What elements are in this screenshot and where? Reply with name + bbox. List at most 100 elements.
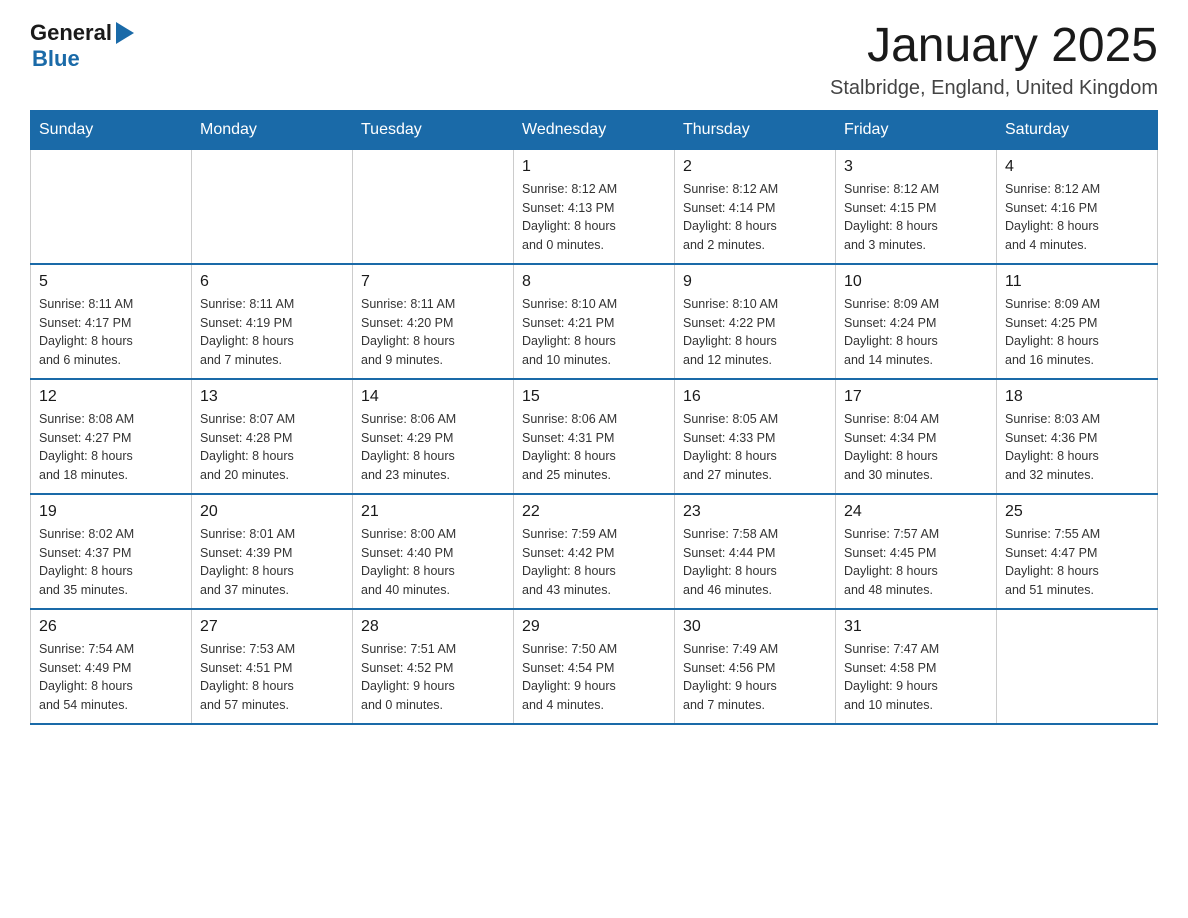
calendar-cell: 11 Sunrise: 8:09 AM Sunset: 4:25 PM Dayli… xyxy=(997,264,1158,379)
week-row-3: 12 Sunrise: 8:08 AM Sunset: 4:27 PM Dayli… xyxy=(31,379,1158,494)
day-info: Sunrise: 8:09 AM Sunset: 4:25 PM Dayligh… xyxy=(1005,295,1149,370)
calendar-cell: 13 Sunrise: 8:07 AM Sunset: 4:28 PM Dayli… xyxy=(192,379,353,494)
day-info: Sunrise: 7:51 AM Sunset: 4:52 PM Dayligh… xyxy=(361,640,505,715)
calendar-cell: 30 Sunrise: 7:49 AM Sunset: 4:56 PM Dayli… xyxy=(675,609,836,724)
day-number: 13 xyxy=(200,388,344,406)
day-number: 24 xyxy=(844,503,988,521)
calendar-cell: 1Sunrise: 8:12 AM Sunset: 4:13 PM Daylig… xyxy=(514,149,675,264)
title-section: January 2025 Stalbridge, England, United… xyxy=(830,20,1158,100)
day-info: Sunrise: 8:04 AM Sunset: 4:34 PM Dayligh… xyxy=(844,410,988,485)
day-number: 22 xyxy=(522,503,666,521)
day-number: 27 xyxy=(200,618,344,636)
day-number: 18 xyxy=(1005,388,1149,406)
calendar-cell: 12 Sunrise: 8:08 AM Sunset: 4:27 PM Dayli… xyxy=(31,379,192,494)
week-row-1: 1Sunrise: 8:12 AM Sunset: 4:13 PM Daylig… xyxy=(31,149,1158,264)
logo-triangle-icon xyxy=(116,22,134,44)
day-info: Sunrise: 8:12 AM Sunset: 4:16 PM Dayligh… xyxy=(1005,180,1149,255)
day-info: Sunrise: 8:11 AM Sunset: 4:19 PM Dayligh… xyxy=(200,295,344,370)
day-info: Sunrise: 7:49 AM Sunset: 4:56 PM Dayligh… xyxy=(683,640,827,715)
day-number: 9 xyxy=(683,273,827,291)
calendar-cell: 18 Sunrise: 8:03 AM Sunset: 4:36 PM Dayli… xyxy=(997,379,1158,494)
day-info: Sunrise: 8:02 AM Sunset: 4:37 PM Dayligh… xyxy=(39,525,183,600)
calendar-cell: 6Sunrise: 8:11 AM Sunset: 4:19 PM Daylig… xyxy=(192,264,353,379)
page-header: General Blue January 2025 Stalbridge, En… xyxy=(30,20,1158,100)
day-number: 30 xyxy=(683,618,827,636)
calendar-table: SundayMondayTuesdayWednesdayThursdayFrid… xyxy=(30,110,1158,725)
day-number: 21 xyxy=(361,503,505,521)
calendar-title: January 2025 xyxy=(830,20,1158,73)
calendar-cell: 15Sunrise: 8:06 AM Sunset: 4:31 PM Dayli… xyxy=(514,379,675,494)
calendar-cell: 14 Sunrise: 8:06 AM Sunset: 4:29 PM Dayli… xyxy=(353,379,514,494)
calendar-cell: 29Sunrise: 7:50 AM Sunset: 4:54 PM Dayli… xyxy=(514,609,675,724)
calendar-cell xyxy=(192,149,353,264)
day-number: 2 xyxy=(683,158,827,176)
day-number: 28 xyxy=(361,618,505,636)
day-info: Sunrise: 8:07 AM Sunset: 4:28 PM Dayligh… xyxy=(200,410,344,485)
day-number: 19 xyxy=(39,503,183,521)
calendar-cell: 19 Sunrise: 8:02 AM Sunset: 4:37 PM Dayli… xyxy=(31,494,192,609)
header-monday: Monday xyxy=(192,110,353,149)
calendar-cell: 8 Sunrise: 8:10 AM Sunset: 4:21 PM Daylig… xyxy=(514,264,675,379)
day-number: 16 xyxy=(683,388,827,406)
calendar-cell: 16 Sunrise: 8:05 AM Sunset: 4:33 PM Dayli… xyxy=(675,379,836,494)
day-info: Sunrise: 7:58 AM Sunset: 4:44 PM Dayligh… xyxy=(683,525,827,600)
day-number: 8 xyxy=(522,273,666,291)
day-info: Sunrise: 8:03 AM Sunset: 4:36 PM Dayligh… xyxy=(1005,410,1149,485)
day-info: Sunrise: 8:06 AM Sunset: 4:29 PM Dayligh… xyxy=(361,410,505,485)
day-number: 23 xyxy=(683,503,827,521)
calendar-header-row: SundayMondayTuesdayWednesdayThursdayFrid… xyxy=(31,110,1158,149)
logo-blue-text: Blue xyxy=(32,46,80,72)
day-number: 26 xyxy=(39,618,183,636)
calendar-cell: 9 Sunrise: 8:10 AM Sunset: 4:22 PM Daylig… xyxy=(675,264,836,379)
calendar-cell xyxy=(997,609,1158,724)
day-number: 25 xyxy=(1005,503,1149,521)
calendar-cell: 3 Sunrise: 8:12 AM Sunset: 4:15 PM Daylig… xyxy=(836,149,997,264)
calendar-cell: 22Sunrise: 7:59 AM Sunset: 4:42 PM Dayli… xyxy=(514,494,675,609)
day-number: 7 xyxy=(361,273,505,291)
calendar-cell: 7Sunrise: 8:11 AM Sunset: 4:20 PM Daylig… xyxy=(353,264,514,379)
calendar-cell: 25Sunrise: 7:55 AM Sunset: 4:47 PM Dayli… xyxy=(997,494,1158,609)
header-tuesday: Tuesday xyxy=(353,110,514,149)
calendar-cell: 31Sunrise: 7:47 AM Sunset: 4:58 PM Dayli… xyxy=(836,609,997,724)
day-info: Sunrise: 7:54 AM Sunset: 4:49 PM Dayligh… xyxy=(39,640,183,715)
logo-general-text: General xyxy=(30,20,112,46)
day-info: Sunrise: 8:05 AM Sunset: 4:33 PM Dayligh… xyxy=(683,410,827,485)
calendar-cell: 2 Sunrise: 8:12 AM Sunset: 4:14 PM Daylig… xyxy=(675,149,836,264)
day-number: 20 xyxy=(200,503,344,521)
calendar-cell: 5 Sunrise: 8:11 AM Sunset: 4:17 PM Daylig… xyxy=(31,264,192,379)
day-number: 1 xyxy=(522,158,666,176)
day-number: 12 xyxy=(39,388,183,406)
day-number: 11 xyxy=(1005,273,1149,291)
week-row-5: 26 Sunrise: 7:54 AM Sunset: 4:49 PM Dayli… xyxy=(31,609,1158,724)
header-friday: Friday xyxy=(836,110,997,149)
calendar-cell: 4 Sunrise: 8:12 AM Sunset: 4:16 PM Daylig… xyxy=(997,149,1158,264)
day-number: 4 xyxy=(1005,158,1149,176)
calendar-cell xyxy=(31,149,192,264)
day-number: 17 xyxy=(844,388,988,406)
day-number: 3 xyxy=(844,158,988,176)
day-info: Sunrise: 8:10 AM Sunset: 4:21 PM Dayligh… xyxy=(522,295,666,370)
day-number: 5 xyxy=(39,273,183,291)
calendar-cell: 10Sunrise: 8:09 AM Sunset: 4:24 PM Dayli… xyxy=(836,264,997,379)
header-thursday: Thursday xyxy=(675,110,836,149)
week-row-2: 5 Sunrise: 8:11 AM Sunset: 4:17 PM Daylig… xyxy=(31,264,1158,379)
calendar-cell: 21Sunrise: 8:00 AM Sunset: 4:40 PM Dayli… xyxy=(353,494,514,609)
week-row-4: 19 Sunrise: 8:02 AM Sunset: 4:37 PM Dayli… xyxy=(31,494,1158,609)
calendar-cell xyxy=(353,149,514,264)
day-info: Sunrise: 8:06 AM Sunset: 4:31 PM Dayligh… xyxy=(522,410,666,485)
calendar-cell: 20 Sunrise: 8:01 AM Sunset: 4:39 PM Dayli… xyxy=(192,494,353,609)
day-info: Sunrise: 8:12 AM Sunset: 4:15 PM Dayligh… xyxy=(844,180,988,255)
day-info: Sunrise: 8:12 AM Sunset: 4:14 PM Dayligh… xyxy=(683,180,827,255)
day-info: Sunrise: 8:10 AM Sunset: 4:22 PM Dayligh… xyxy=(683,295,827,370)
day-number: 14 xyxy=(361,388,505,406)
location-subtitle: Stalbridge, England, United Kingdom xyxy=(830,77,1158,100)
day-info: Sunrise: 7:50 AM Sunset: 4:54 PM Dayligh… xyxy=(522,640,666,715)
day-info: Sunrise: 8:08 AM Sunset: 4:27 PM Dayligh… xyxy=(39,410,183,485)
day-info: Sunrise: 7:47 AM Sunset: 4:58 PM Dayligh… xyxy=(844,640,988,715)
calendar-cell: 23 Sunrise: 7:58 AM Sunset: 4:44 PM Dayli… xyxy=(675,494,836,609)
day-info: Sunrise: 8:11 AM Sunset: 4:17 PM Dayligh… xyxy=(39,295,183,370)
day-info: Sunrise: 7:53 AM Sunset: 4:51 PM Dayligh… xyxy=(200,640,344,715)
day-info: Sunrise: 8:09 AM Sunset: 4:24 PM Dayligh… xyxy=(844,295,988,370)
day-info: Sunrise: 8:01 AM Sunset: 4:39 PM Dayligh… xyxy=(200,525,344,600)
calendar-cell: 27 Sunrise: 7:53 AM Sunset: 4:51 PM Dayli… xyxy=(192,609,353,724)
